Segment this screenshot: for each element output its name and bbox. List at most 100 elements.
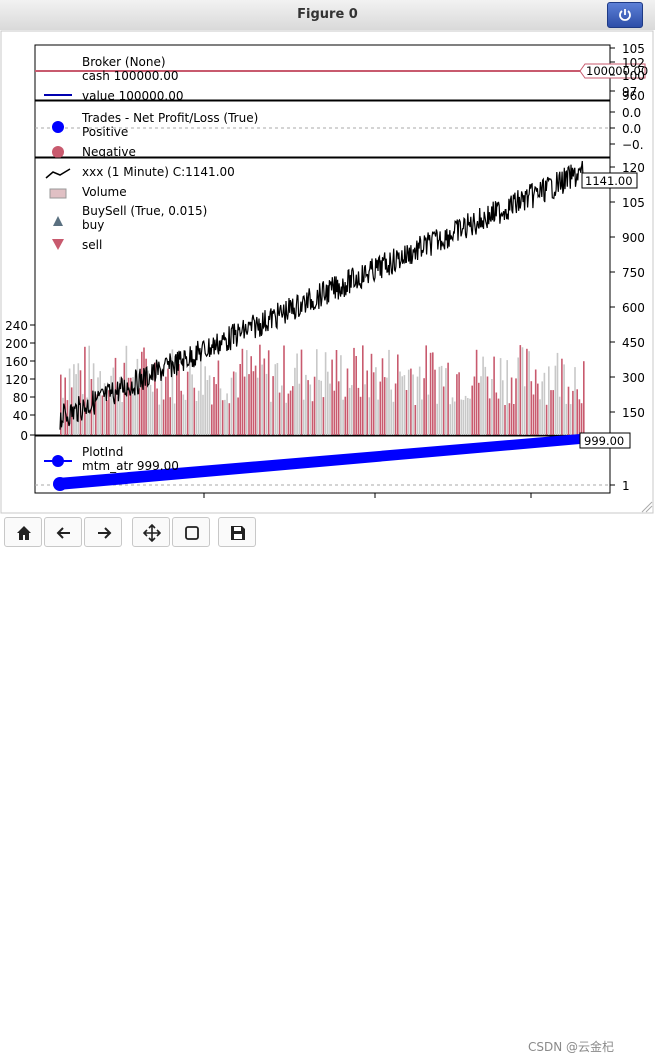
volume-bar [197, 390, 200, 435]
volume-bar [337, 381, 340, 435]
volume-bar [141, 351, 143, 435]
volume-bar [73, 364, 75, 435]
volume-bar [554, 365, 557, 435]
volume-bar [558, 396, 561, 435]
volume-bar [412, 374, 414, 435]
volume-bar [421, 399, 423, 435]
volume-bar [510, 377, 513, 435]
save-icon [231, 526, 245, 540]
volume-bar [379, 381, 382, 435]
volume-bar [414, 405, 417, 435]
volume-bar [484, 366, 487, 435]
volume-bar [508, 403, 511, 435]
volume-bar [342, 399, 344, 435]
volume-bar [410, 368, 412, 435]
volume-bar [285, 402, 287, 435]
volume-bar [322, 397, 325, 435]
volume-bar [480, 376, 482, 435]
close-tag: 1141.00 [585, 174, 633, 188]
watermark: CSDN @云金杞 [528, 1040, 615, 1054]
volume-bar [353, 347, 355, 435]
volume-bar [451, 397, 454, 435]
volume-bar [442, 386, 445, 435]
vol-tick-5: 40 [13, 409, 28, 423]
volume-bar [333, 390, 336, 435]
forward-icon [98, 527, 112, 539]
volume-bar [167, 368, 169, 435]
volume-bar [195, 401, 198, 435]
volume-bar [372, 372, 375, 435]
volume-bar [364, 384, 366, 435]
volume-bar [425, 345, 427, 435]
trades-tick-1: 0.0 [622, 122, 641, 136]
volume-bar [556, 352, 559, 435]
broker-tick-4: 960 [622, 89, 645, 103]
volume-bar [569, 404, 572, 435]
volume-bar [392, 401, 395, 435]
volume-bar [523, 386, 526, 435]
volume-bar [506, 360, 508, 435]
volume-bar [572, 390, 574, 435]
volume-bar [261, 364, 263, 435]
buysell-legend-title: BuySell (True, 0.015) [82, 204, 207, 218]
volume-bar [407, 369, 410, 435]
volume-bar [471, 385, 473, 435]
pan-button[interactable] [132, 517, 170, 547]
volume-bar [377, 399, 379, 435]
volume-bar [265, 373, 268, 435]
volume-bar [213, 377, 215, 435]
volume-bar [351, 385, 353, 435]
save-button[interactable] [218, 517, 256, 547]
forward-button[interactable] [84, 517, 122, 547]
volume-bar [403, 375, 406, 435]
volume-bar [263, 358, 266, 435]
volume-bar [217, 360, 220, 435]
volume-bar [563, 364, 565, 435]
broker-legend-cash: cash 100000.00 [82, 69, 179, 83]
volume-bar [537, 383, 539, 435]
volume-bar [173, 403, 176, 435]
figure-canvas[interactable]: Broker (None) cash 100000.00 value 10000… [0, 30, 655, 514]
volume-bar [250, 356, 252, 435]
volume-bar [248, 374, 250, 435]
volume-bar [274, 364, 277, 435]
close-button[interactable] [607, 2, 643, 28]
indicator-start-marker [53, 477, 67, 491]
sell-legend-label: sell [82, 238, 102, 252]
volume-bar [458, 372, 460, 435]
volume-bar [320, 380, 322, 435]
home-button[interactable] [4, 517, 42, 547]
volume-bar [429, 352, 432, 435]
volume-bar [460, 399, 463, 435]
volume-bar [215, 384, 217, 435]
volume-bar [191, 374, 193, 435]
volume-bar [445, 368, 447, 435]
volume-bar [495, 392, 498, 435]
volume-bar [246, 350, 248, 435]
volume-bar [473, 376, 476, 435]
volume-bar [169, 397, 171, 435]
broker-legend-title: Broker (None) [82, 55, 166, 69]
volume-bar [517, 357, 519, 435]
back-button[interactable] [44, 517, 82, 547]
volume-bar [211, 404, 213, 435]
buy-legend-label: buy [82, 218, 104, 232]
volume-bar [578, 399, 581, 435]
volume-bar [427, 394, 430, 435]
volume-bar [545, 404, 548, 435]
volume-bar [278, 392, 281, 435]
volume-bar [552, 390, 554, 435]
volume-bar [370, 353, 373, 435]
home-icon [17, 526, 31, 540]
volume-bar [123, 362, 126, 435]
volume-bar [252, 371, 255, 435]
volume-bar [307, 380, 309, 435]
volume-bar [200, 356, 202, 435]
volume-bar [272, 376, 274, 435]
volume-bar [340, 355, 342, 435]
volume-bar [184, 399, 187, 435]
zoom-button[interactable] [172, 517, 210, 547]
volume-bar [298, 383, 301, 435]
volume-bar [99, 371, 101, 435]
volume-bar [136, 358, 139, 435]
